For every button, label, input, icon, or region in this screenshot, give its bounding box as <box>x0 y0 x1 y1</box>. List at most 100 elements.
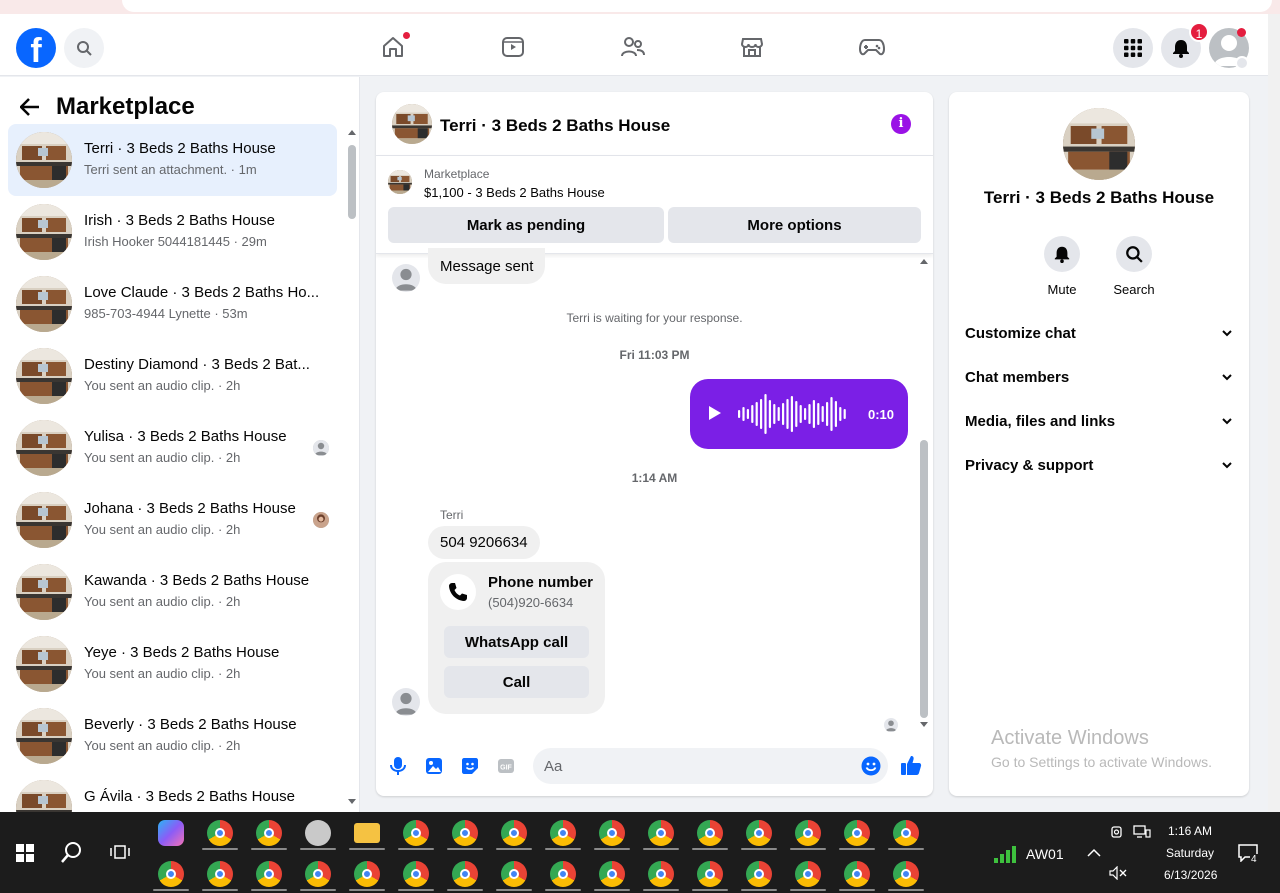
listing-price-title[interactable]: $1,100 - 3 Beds 2 Baths House <box>424 185 605 200</box>
app-icon[interactable] <box>305 820 331 846</box>
chat-title[interactable]: Terri · 3 Beds 2 Baths House <box>440 116 670 136</box>
chat-scrollbar[interactable] <box>917 254 931 732</box>
chrome-icon[interactable] <box>256 861 282 887</box>
chevron-up-icon[interactable] <box>1087 848 1101 858</box>
sidebar-scroll-thumb[interactable] <box>348 145 356 219</box>
more-options-button[interactable]: More options <box>668 207 921 243</box>
nav-home[interactable] <box>380 32 410 60</box>
chrome-icon[interactable] <box>550 861 576 887</box>
clock-time[interactable]: 1:16 AM <box>1168 824 1212 838</box>
info-section-row[interactable]: Customize chat <box>965 311 1233 355</box>
call-button[interactable]: Call <box>444 666 589 698</box>
chat-scroll-thumb[interactable] <box>920 440 928 718</box>
running-indicator <box>447 848 483 850</box>
search-button[interactable] <box>64 28 104 68</box>
nav-video[interactable] <box>500 34 526 60</box>
conversation-item[interactable]: Love Claude · 3 Beds 2 Baths Ho... 985-70… <box>8 268 337 340</box>
chrome-icon[interactable] <box>207 820 233 846</box>
whatsapp-call-button[interactable]: WhatsApp call <box>444 626 589 658</box>
chrome-icon[interactable] <box>599 861 625 887</box>
chrome-icon[interactable] <box>403 820 429 846</box>
conversation-item[interactable]: Kawanda · 3 Beds 2 Baths House You sent a… <box>8 556 337 628</box>
chrome-icon[interactable] <box>305 861 331 887</box>
chrome-icon[interactable] <box>158 861 184 887</box>
chrome-icon[interactable] <box>599 820 625 846</box>
nav-marketplace[interactable] <box>739 34 765 60</box>
chrome-icon[interactable] <box>893 861 919 887</box>
chrome-icon[interactable] <box>256 820 282 846</box>
conversation-item[interactable]: Beverly · 3 Beds 2 Baths House You sent a… <box>8 700 337 772</box>
page-scrollbar[interactable] <box>1268 14 1280 812</box>
task-view-icon[interactable] <box>110 843 130 861</box>
info-icon[interactable]: i <box>891 114 911 134</box>
listing-photo[interactable] <box>1063 108 1135 180</box>
nav-gaming[interactable] <box>859 34 885 60</box>
chrome-icon[interactable] <box>354 861 380 887</box>
gif-icon[interactable]: GIF <box>496 756 516 776</box>
chrome-icon[interactable] <box>844 820 870 846</box>
chrome-icon[interactable] <box>697 861 723 887</box>
search-conversation-button[interactable]: Search <box>1104 236 1164 297</box>
conversation-item[interactable]: Yulisa · 3 Beds 2 Baths House You sent an… <box>8 412 337 484</box>
scroll-up-icon[interactable] <box>346 127 358 137</box>
audio-message[interactable]: 0:10 <box>690 379 908 449</box>
chat-listing-photo[interactable] <box>392 104 432 144</box>
chrome-icon[interactable] <box>207 861 233 887</box>
conversation-item[interactable]: Johana · 3 Beds 2 Baths House You sent an… <box>8 484 337 556</box>
chrome-icon[interactable] <box>844 861 870 887</box>
chrome-icon[interactable] <box>452 861 478 887</box>
info-section-row[interactable]: Privacy & support <box>965 443 1233 487</box>
account-chevron-down-icon[interactable] <box>1235 56 1249 70</box>
notifications-button[interactable]: 1 <box>1161 22 1209 68</box>
scroll-down-icon[interactable] <box>346 797 358 807</box>
clock-date[interactable]: 6/13/2026 <box>1164 868 1217 882</box>
play-icon[interactable] <box>708 405 722 421</box>
info-section-row[interactable]: Chat members <box>965 355 1233 399</box>
emoji-icon[interactable] <box>861 756 881 776</box>
display-tray-icon[interactable] <box>1133 825 1151 839</box>
scroll-down-icon[interactable] <box>917 720 931 730</box>
nav-groups[interactable] <box>620 34 646 60</box>
clock-day[interactable]: Saturday <box>1166 846 1214 860</box>
mark-as-pending-button[interactable]: Mark as pending <box>388 207 664 243</box>
chrome-icon[interactable] <box>452 820 478 846</box>
chrome-icon[interactable] <box>795 820 821 846</box>
chrome-icon[interactable] <box>501 861 527 887</box>
sidebar-scrollbar[interactable] <box>346 127 358 807</box>
conversation-item[interactable]: Irish · 3 Beds 2 Baths House Irish Hooker… <box>8 196 337 268</box>
chrome-icon[interactable] <box>893 820 919 846</box>
message-input[interactable]: Aa <box>533 748 888 784</box>
back-arrow-icon[interactable] <box>20 98 40 116</box>
facebook-logo-icon[interactable]: f <box>16 28 56 70</box>
microphone-icon[interactable] <box>388 756 408 776</box>
copilot-icon[interactable] <box>158 820 184 846</box>
listing-thumb[interactable] <box>388 170 412 194</box>
conversation-item[interactable]: Terri · 3 Beds 2 Baths House Terri sent a… <box>8 124 337 196</box>
windows-start-icon[interactable] <box>16 844 34 862</box>
speaker-muted-icon[interactable] <box>1109 866 1127 880</box>
photo-icon[interactable] <box>424 756 444 776</box>
network-name[interactable]: AW01 <box>1026 846 1064 862</box>
chrome-icon[interactable] <box>501 820 527 846</box>
camera-tray-icon[interactable] <box>1111 825 1125 839</box>
chrome-icon[interactable] <box>403 861 429 887</box>
mute-button[interactable]: Mute <box>1032 236 1092 297</box>
chrome-icon[interactable] <box>746 861 772 887</box>
menu-button[interactable] <box>1113 28 1153 68</box>
sticker-icon[interactable] <box>460 756 480 776</box>
file-explorer-icon[interactable] <box>354 823 380 843</box>
chrome-icon[interactable] <box>697 820 723 846</box>
info-section-row[interactable]: Media, files and links <box>965 399 1233 443</box>
like-thumbs-up-icon[interactable] <box>900 754 922 776</box>
conversation-item[interactable]: Destiny Diamond · 3 Beds 2 Bat... You sen… <box>8 340 337 412</box>
chrome-icon[interactable] <box>746 820 772 846</box>
address-bar[interactable] <box>122 0 1272 12</box>
taskbar-search-icon[interactable] <box>61 841 83 863</box>
network-signal-icon[interactable] <box>993 844 1019 864</box>
conversation-item[interactable]: Yeye · 3 Beds 2 Baths House You sent an a… <box>8 628 337 700</box>
chrome-icon[interactable] <box>550 820 576 846</box>
scroll-up-icon[interactable] <box>917 256 931 266</box>
chrome-icon[interactable] <box>648 820 674 846</box>
chrome-icon[interactable] <box>795 861 821 887</box>
chrome-icon[interactable] <box>648 861 674 887</box>
